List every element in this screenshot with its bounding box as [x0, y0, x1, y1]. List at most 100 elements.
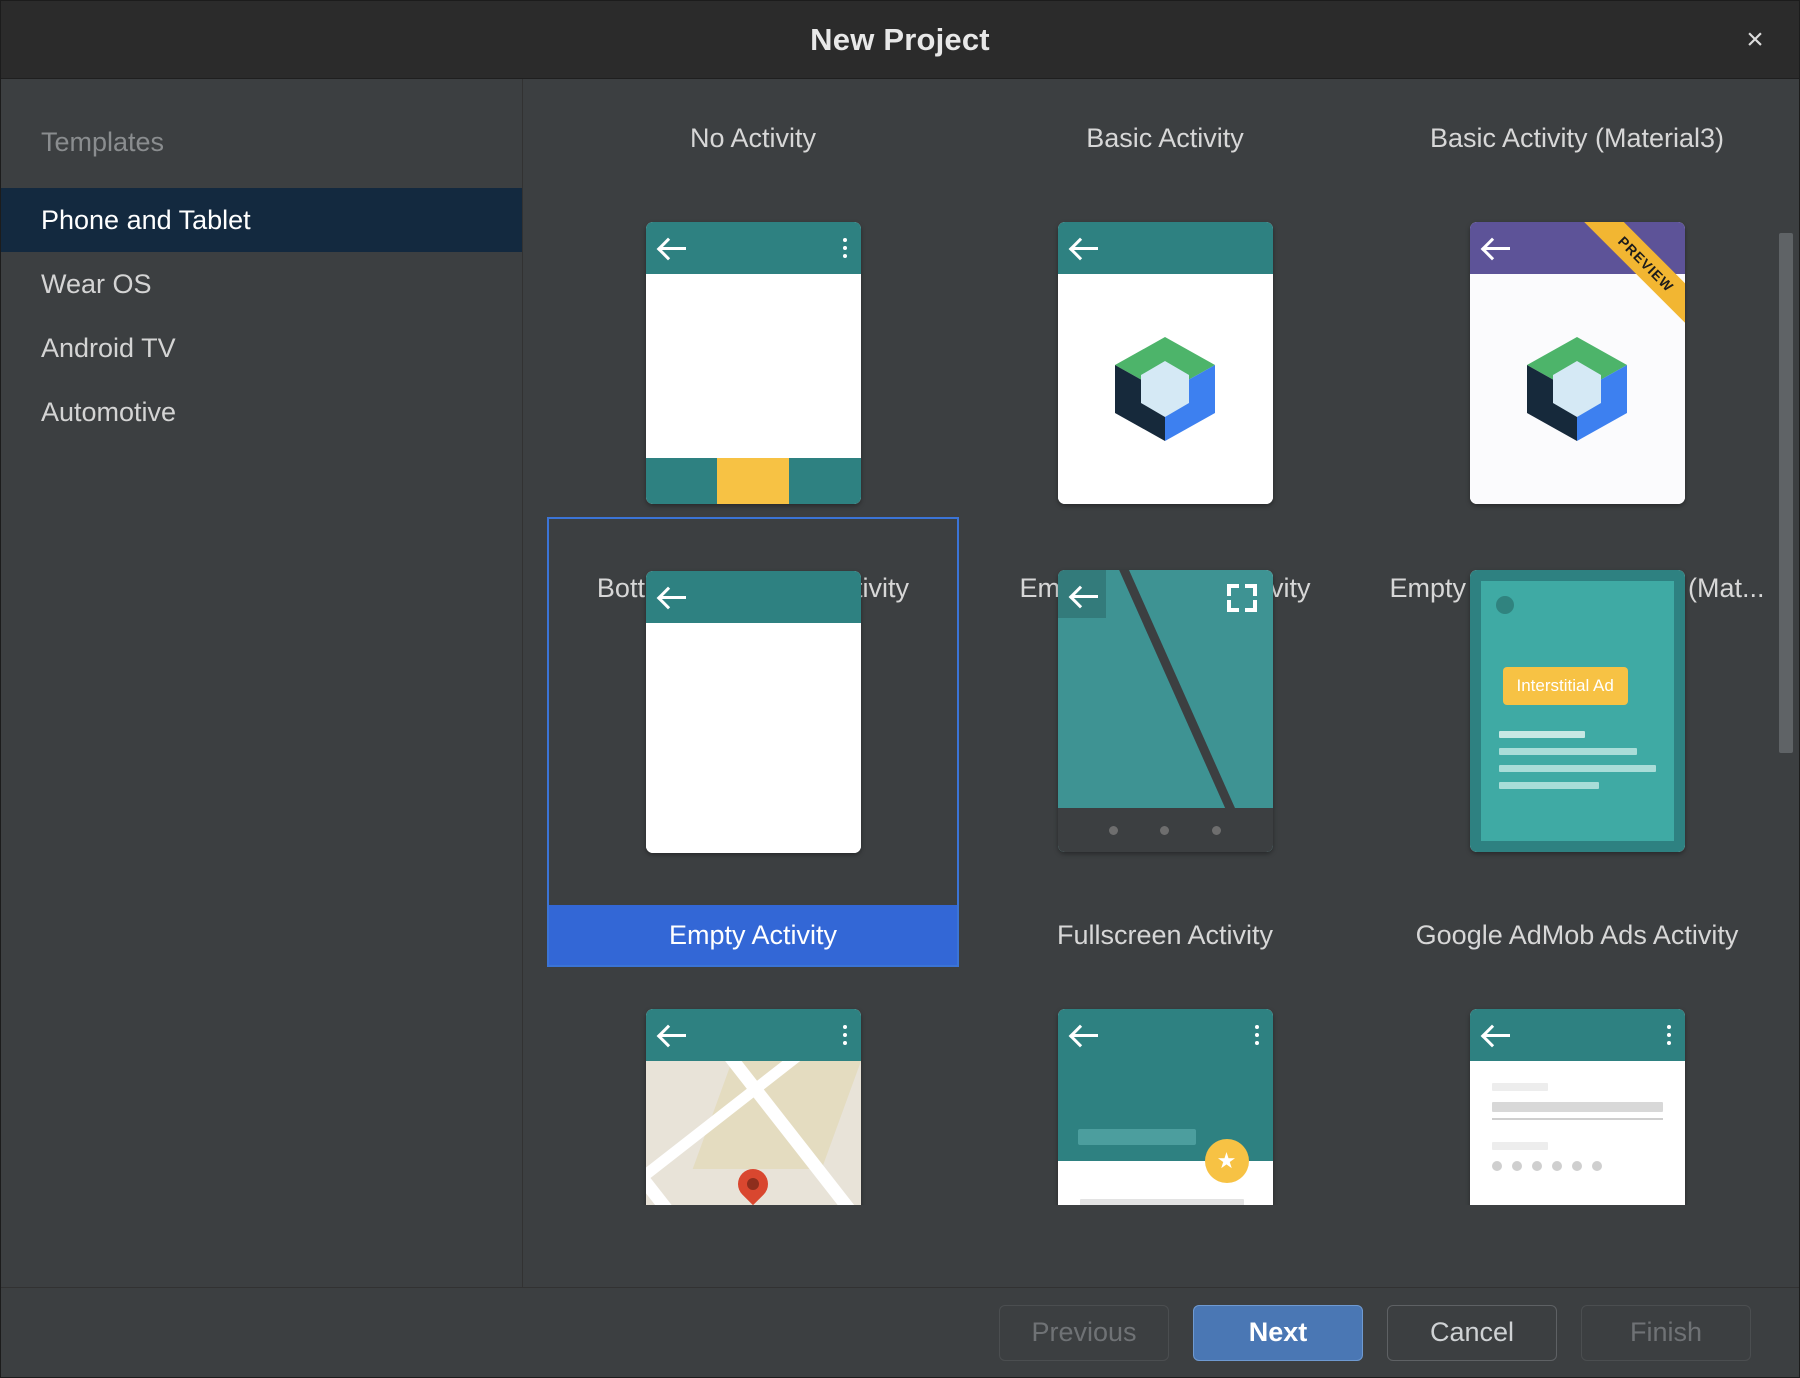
new-project-dialog: New Project × Templates Phone and Tablet…	[0, 0, 1800, 1378]
phone-preview-admob-activity: Interstitial Ad	[1470, 570, 1685, 852]
sidebar-item-android-tv[interactable]: Android TV	[1, 316, 522, 380]
template-label: No Activity	[547, 107, 959, 169]
back-arrow-icon	[1072, 586, 1098, 606]
bottom-navigation-bar	[646, 458, 861, 504]
template-cell-basic-activity-material3[interactable]: Basic Activity (Material3)	[1371, 107, 1783, 557]
phone-preview-fullscreen-activity	[1058, 570, 1273, 852]
app-bar	[646, 571, 861, 623]
phone-preview-no-activity	[646, 222, 861, 504]
username-field-placeholder	[1492, 1102, 1663, 1112]
back-arrow-icon	[660, 238, 686, 258]
back-arrow-icon	[1072, 238, 1098, 258]
template-thumbnail-card[interactable]	[547, 955, 959, 1205]
sidebar-header-templates: Templates	[1, 117, 522, 188]
template-cell-fullscreen-activity[interactable]: Fullscreen Activity	[959, 517, 1371, 967]
phone-preview-basic-activity-material3: PREVIEW	[1470, 222, 1685, 504]
template-thumbnail-card[interactable]: PREVIEW	[1371, 169, 1783, 557]
template-cell-google-maps-activity[interactable]	[547, 955, 959, 1205]
overflow-menu-icon	[843, 1025, 847, 1045]
bottom-nav-segment	[789, 458, 861, 504]
back-arrow-icon	[1484, 238, 1510, 258]
back-arrow-icon	[1484, 1025, 1510, 1045]
bottom-nav-segment	[646, 458, 718, 504]
template-cell-basic-activity[interactable]: Basic Activity	[959, 107, 1371, 557]
field-underline	[1492, 1118, 1663, 1120]
cancel-button[interactable]: Cancel	[1387, 1305, 1557, 1361]
admob-text-lines	[1499, 731, 1656, 799]
app-bar	[1058, 222, 1273, 274]
close-icon[interactable]: ×	[1733, 18, 1777, 62]
previous-button[interactable]: Previous	[999, 1305, 1169, 1361]
sidebar-item-wear-os[interactable]: Wear OS	[1, 252, 522, 316]
next-button[interactable]: Next	[1193, 1305, 1363, 1361]
dialog-footer: Previous Next Cancel Finish	[1, 1287, 1799, 1377]
phone-content-area	[646, 623, 861, 853]
template-thumbnail-card[interactable]	[1371, 955, 1755, 1205]
admob-frame: Interstitial Ad	[1470, 570, 1685, 852]
system-nav-bar	[1058, 808, 1273, 852]
expand-fullscreen-icon	[1227, 584, 1257, 612]
template-label: Basic Activity	[959, 107, 1371, 169]
password-dots	[1492, 1161, 1663, 1171]
phone-content-area	[1470, 274, 1685, 504]
back-arrow-icon	[1072, 1025, 1098, 1045]
template-thumbnail-card[interactable]	[547, 169, 959, 557]
template-cell-empty-activity[interactable]: Empty Activity	[547, 517, 959, 967]
template-cell-google-admob-ads-activity[interactable]: Interstitial Ad Google AdMob Ads Activit…	[1371, 517, 1783, 967]
app-bar	[646, 222, 861, 274]
interstitial-ad-button: Interstitial Ad	[1503, 667, 1628, 705]
sidebar-item-label: Automotive	[41, 397, 176, 428]
star-fab-icon: ★	[1205, 1139, 1249, 1183]
phone-content-area	[646, 274, 861, 458]
phone-preview-google-maps-activity	[646, 1009, 861, 1205]
phone-preview-login-activity	[1470, 1009, 1685, 1205]
detail-hero-area: ★	[1058, 1061, 1273, 1161]
overflow-menu-icon	[1255, 1025, 1259, 1045]
template-thumbnail-card[interactable]	[959, 517, 1371, 905]
sidebar-item-label: Android TV	[41, 333, 176, 364]
bottom-nav-segment-active	[717, 458, 789, 504]
phone-content-area	[1058, 274, 1273, 504]
sidebar-item-automotive[interactable]: Automotive	[1, 380, 522, 444]
template-cell-detail-activity[interactable]: ★	[959, 955, 1371, 1205]
template-gallery[interactable]: No Activity	[523, 79, 1799, 1287]
dialog-title: New Project	[810, 22, 990, 58]
dialog-titlebar: New Project ×	[1, 1, 1799, 79]
jetpack-compose-logo-icon	[1517, 329, 1637, 449]
app-bar	[1058, 1009, 1273, 1061]
detail-title-placeholder	[1078, 1129, 1196, 1145]
back-arrow-icon	[660, 1025, 686, 1045]
admob-screen: Interstitial Ad	[1481, 581, 1674, 841]
scrollbar-thumb[interactable]	[1779, 233, 1793, 753]
finish-button[interactable]: Finish	[1581, 1305, 1751, 1361]
jetpack-compose-logo-icon	[1105, 329, 1225, 449]
phone-preview-detail-activity: ★	[1058, 1009, 1273, 1205]
sidebar-item-label: Phone and Tablet	[41, 205, 251, 236]
app-bar	[1470, 1009, 1685, 1061]
template-thumbnail-card[interactable]: ★	[959, 955, 1371, 1205]
sidebar-item-label: Wear OS	[41, 269, 152, 300]
gallery-scrollbar[interactable]	[1779, 85, 1793, 1281]
templates-sidebar: Templates Phone and Tablet Wear OS Andro…	[1, 79, 523, 1287]
template-grid-row4-partial: ★	[547, 955, 1755, 1205]
template-label: Basic Activity (Material3)	[1371, 107, 1783, 169]
overflow-menu-icon	[1667, 1025, 1671, 1045]
map-canvas	[646, 1061, 861, 1205]
overflow-menu-icon	[843, 238, 847, 258]
template-thumbnail-card[interactable]	[959, 169, 1371, 557]
admob-avatar-dot	[1496, 596, 1514, 614]
phone-preview-basic-activity	[1058, 222, 1273, 504]
login-form-area	[1470, 1061, 1685, 1205]
back-arrow-icon	[660, 587, 686, 607]
template-cell-no-activity[interactable]: No Activity	[547, 107, 959, 557]
template-cell-login-activity[interactable]	[1371, 955, 1755, 1205]
phone-preview-empty-activity	[646, 571, 861, 853]
fullscreen-graphic	[1058, 570, 1273, 852]
template-thumbnail-card[interactable]: Interstitial Ad	[1371, 517, 1783, 905]
dialog-body: Templates Phone and Tablet Wear OS Andro…	[1, 79, 1799, 1287]
template-grid-row2: Empty Activity	[547, 517, 1755, 967]
sidebar-item-phone-and-tablet[interactable]: Phone and Tablet	[1, 188, 522, 252]
app-bar	[646, 1009, 861, 1061]
app-bar	[1470, 222, 1685, 274]
template-thumbnail-card[interactable]	[547, 517, 959, 905]
